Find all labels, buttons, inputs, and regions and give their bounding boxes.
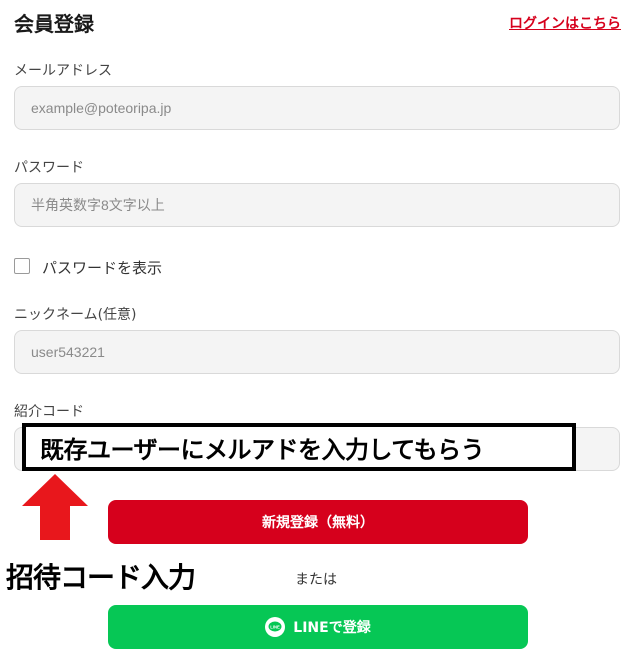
email-label: メールアドレス <box>14 63 112 79</box>
nickname-label: ニックネーム(任意) <box>14 307 137 323</box>
login-link[interactable]: ログインはこちら <box>509 13 621 33</box>
red-up-arrow-icon <box>20 472 90 542</box>
show-password-label[interactable]: パスワードを表示 <box>42 257 162 278</box>
line-icon: LINE <box>265 617 286 637</box>
line-register-label: LINEで登録 <box>293 620 371 636</box>
register-button-label: 新規登録（無料） <box>262 515 374 531</box>
register-button[interactable]: 新規登録（無料） <box>108 500 528 544</box>
email-field[interactable]: example@poteoripa.jp <box>14 86 620 130</box>
annotation-box: 既存ユーザーにメルアドを入力してもらう <box>22 423 576 471</box>
line-icon-text: LINE <box>271 624 281 629</box>
invite-code-annotation: 招待コード入力 <box>6 561 196 594</box>
nickname-field[interactable]: user543221 <box>14 330 620 374</box>
line-register-button[interactable]: LINE LINEで登録 <box>108 605 528 649</box>
password-field[interactable]: 半角英数字8文字以上 <box>14 183 620 227</box>
show-password-checkbox[interactable] <box>14 258 30 274</box>
or-divider-text: または <box>295 572 337 588</box>
referral-code-label: 紹介コード <box>14 404 84 420</box>
page-title: 会員登録 <box>14 12 94 36</box>
password-label: パスワード <box>14 160 84 176</box>
